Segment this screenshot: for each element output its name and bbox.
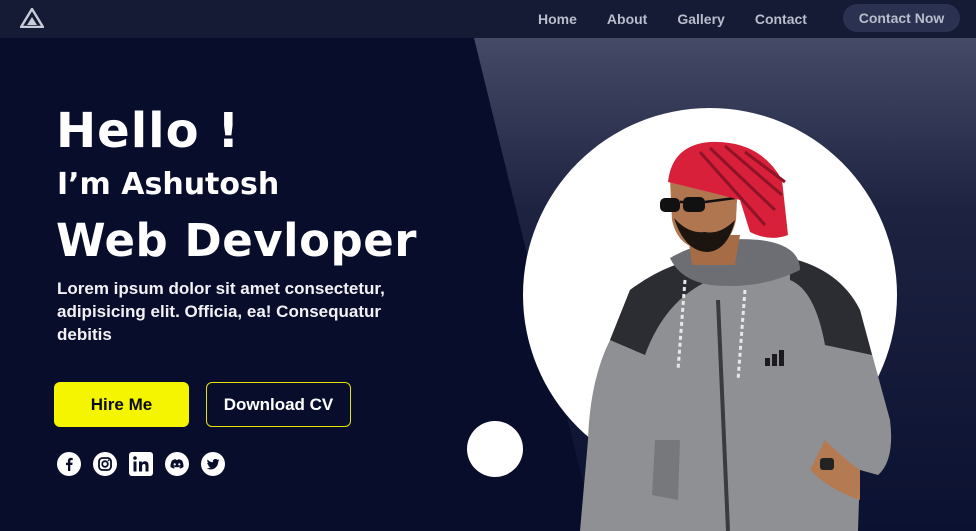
profile-photo bbox=[580, 141, 892, 531]
decorative-dot bbox=[467, 421, 523, 477]
hero-intro: I’m Ashutosh bbox=[57, 167, 280, 202]
social-links bbox=[57, 452, 237, 476]
nav-links: Home About Gallery Contact bbox=[523, 0, 822, 38]
nav-about-link[interactable]: About bbox=[607, 11, 647, 27]
top-nav: Home About Gallery Contact Contact Now bbox=[0, 0, 976, 38]
instagram-icon[interactable] bbox=[93, 452, 117, 476]
logo-icon[interactable] bbox=[20, 8, 44, 28]
hero-role: Web Devloper bbox=[56, 214, 417, 267]
hero-greeting: Hello ! bbox=[56, 103, 241, 159]
contact-now-button[interactable]: Contact Now bbox=[843, 4, 960, 32]
download-cv-button[interactable]: Download CV bbox=[206, 382, 351, 427]
twitter-icon[interactable] bbox=[201, 452, 225, 476]
nav-contact-link[interactable]: Contact bbox=[755, 11, 807, 27]
nav-home-link[interactable]: Home bbox=[538, 11, 577, 27]
discord-icon[interactable] bbox=[165, 452, 189, 476]
facebook-icon[interactable] bbox=[57, 452, 81, 476]
hire-me-button[interactable]: Hire Me bbox=[54, 382, 189, 427]
linkedin-icon[interactable] bbox=[129, 452, 153, 476]
hero-description: Lorem ipsum dolor sit amet consectetur, … bbox=[57, 279, 385, 344]
nav-gallery-link[interactable]: Gallery bbox=[677, 11, 724, 27]
